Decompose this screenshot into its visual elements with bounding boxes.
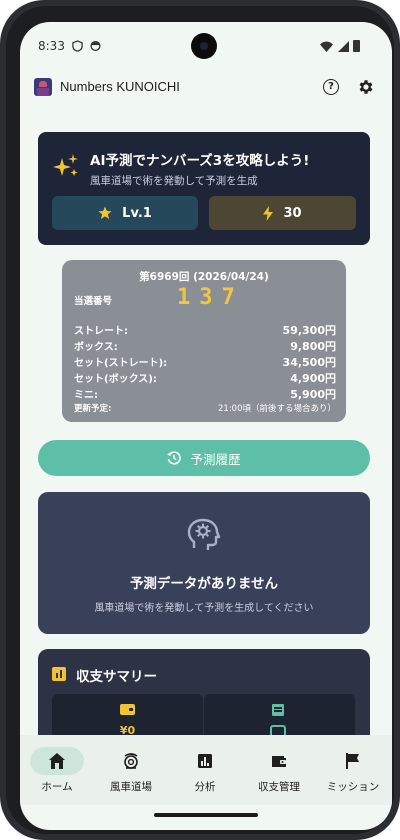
nav-label: 風車道場 — [110, 781, 152, 793]
level-label: Lv.1 — [122, 205, 152, 221]
round-info: 第6969回 (2026/04/24) — [139, 271, 269, 283]
analytics-icon — [198, 754, 212, 768]
prize-row-straight: ストレート: 59,300円 — [74, 322, 336, 337]
list-icon — [272, 704, 284, 716]
winning-number: 137 — [177, 285, 244, 310]
flag-icon — [346, 753, 359, 769]
head-gear-icon — [187, 518, 221, 550]
dojo-icon — [124, 753, 138, 769]
empty-subtitle: 風車道場で術を発動して予測を生成してください — [94, 603, 314, 614]
phone-bezel: 8:33 Numbers KUNOICHI ? AI予測でナンバーズ3を攻略しよ… — [6, 6, 394, 834]
nav-label: ミッション — [326, 781, 380, 793]
prize-value: 4,900円 — [290, 372, 336, 385]
prize-value: 9,800円 — [290, 340, 336, 353]
prize-row-set-box: セット(ボックス): 4,900円 — [74, 370, 336, 385]
energy-button[interactable]: 30 — [209, 196, 356, 230]
prize-label: ボックス: — [74, 342, 118, 353]
hero-title: AI予測でナンバーズ3を攻略しよう! — [90, 153, 310, 169]
nav-label: 分析 — [194, 781, 216, 793]
help-circle-icon[interactable]: ? — [323, 79, 339, 95]
screen: 8:33 Numbers KUNOICHI ? AI予測でナンバーズ3を攻略しよ… — [20, 22, 392, 830]
shield-icon — [72, 40, 83, 52]
status-bar: 8:33 — [20, 22, 392, 72]
prize-value: 59,300円 — [282, 324, 336, 337]
hero-card: AI予測でナンバーズ3を攻略しよう! 風車道場で術を発動して予測を生成 Lv.1 — [38, 132, 370, 245]
nav-item-home[interactable]: ホーム — [20, 735, 94, 805]
nav-label: 収支管理 — [258, 781, 300, 793]
empty-prediction-card: 予測データがありません 風車道場で術を発動して予測を生成してください — [38, 492, 370, 634]
bar-chart-icon — [52, 667, 66, 681]
prediction-history-button[interactable]: 予測履歴 — [38, 440, 370, 476]
signal-icon — [338, 41, 349, 52]
update-value: 21:00頃（前後する場合あり） — [218, 404, 336, 414]
nav-item-mission[interactable]: ミッション — [316, 735, 390, 805]
history-icon — [167, 451, 182, 465]
camera-cutout — [191, 33, 217, 59]
wifi-icon — [320, 41, 333, 52]
gear-icon[interactable] — [357, 78, 375, 96]
level-button[interactable]: Lv.1 — [52, 196, 198, 230]
sparkle-icon — [53, 154, 78, 176]
app-logo — [34, 78, 52, 96]
energy-value: 30 — [283, 205, 302, 221]
update-schedule: 更新予定: 21:00頃（前後する場合あり） — [74, 402, 336, 414]
history-label: 予測履歴 — [190, 451, 241, 467]
update-label: 更新予定: — [74, 404, 112, 414]
prize-row-box: ボックス: 9,800円 — [74, 338, 336, 353]
phone-frame: 8:33 Numbers KUNOICHI ? AI予測でナンバーズ3を攻略しよ… — [0, 0, 400, 840]
prize-label: ストレート: — [74, 326, 128, 337]
app-bar: Numbers KUNOICHI ? — [20, 74, 392, 104]
nav-label: ホーム — [41, 781, 73, 793]
prize-label: ミニ: — [74, 390, 98, 401]
latest-result-card: 第6969回 (2026/04/24) 当選番号 137 ストレート: 59,3… — [62, 260, 346, 422]
star-icon — [98, 206, 112, 219]
nav-item-balance[interactable]: 収支管理 — [242, 735, 316, 805]
prize-label: セット(ボックス): — [74, 374, 157, 385]
home-icon — [49, 753, 65, 769]
nav-item-analysis[interactable]: 分析 — [168, 735, 242, 805]
hero-subtitle: 風車道場で術を発動して予測を生成 — [90, 175, 258, 187]
nav-item-dojo[interactable]: 風車道場 — [94, 735, 168, 805]
summary-title: 収支サマリー — [76, 669, 157, 685]
prize-label: セット(ストレート): — [74, 358, 168, 369]
face-icon — [90, 40, 101, 52]
gesture-home-bar[interactable] — [154, 813, 258, 817]
prize-value: 5,900円 — [290, 388, 336, 401]
status-time: 8:33 — [38, 39, 65, 53]
battery-icon — [353, 40, 360, 52]
prize-row-set-straight: セット(ストレート): 34,500円 — [74, 354, 336, 369]
wallet-icon — [120, 704, 135, 715]
empty-title: 予測データがありません — [129, 576, 279, 592]
bottom-navigation: ホーム 風車道場 分析 収支管理 ミッション — [20, 735, 392, 805]
prize-row-mini: ミニ: 5,900円 — [74, 386, 336, 401]
prize-value: 34,500円 — [282, 356, 336, 369]
wallet-icon — [272, 756, 286, 767]
app-title: Numbers KUNOICHI — [60, 79, 180, 94]
winning-number-label: 当選番号 — [74, 296, 113, 307]
bolt-icon — [263, 205, 274, 221]
